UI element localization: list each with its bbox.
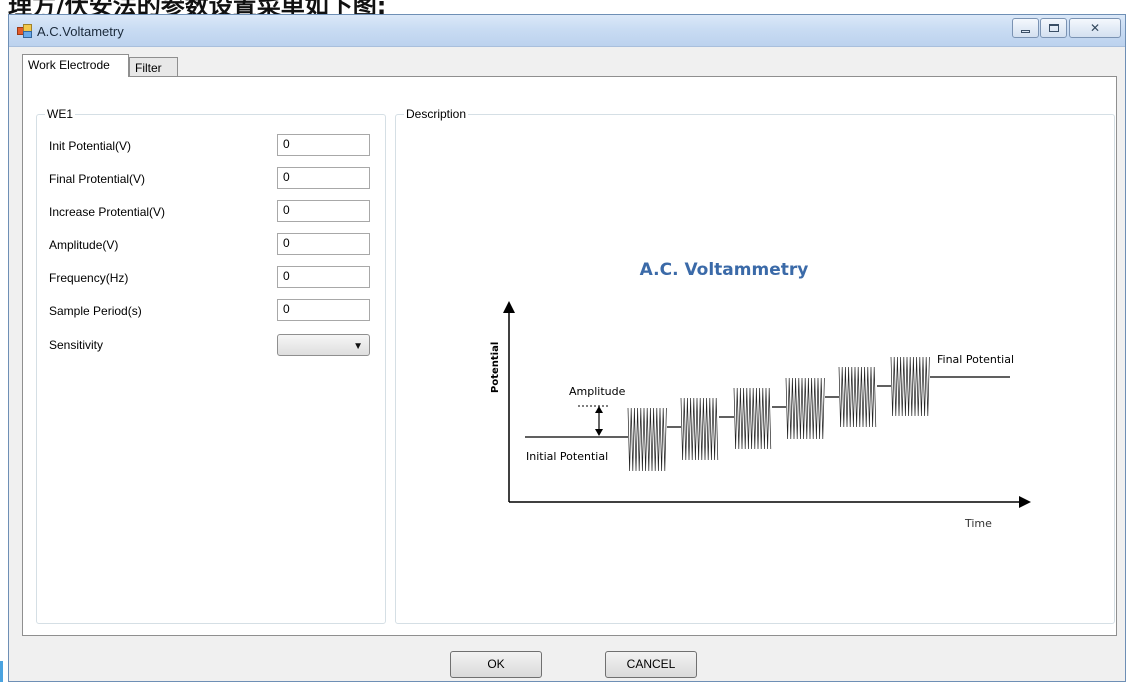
- app-form-icon: [17, 24, 32, 38]
- chevron-down-icon: ▼: [353, 341, 363, 352]
- oscillation-block-1: [627, 407, 667, 472]
- ac-voltametry-window: A.C.Voltametry ✕ Work Electrode Filter W…: [8, 14, 1126, 682]
- final-potential-label: Final Potential: [937, 353, 1014, 366]
- cancel-button[interactable]: CANCEL: [605, 651, 697, 678]
- x-axis-label: Time: [964, 517, 992, 530]
- tab-filter[interactable]: Filter: [129, 57, 178, 77]
- we1-legend: WE1: [45, 107, 76, 121]
- ac-voltammetry-diagram: A.C. Voltammetry Potential Time Amplitud…: [490, 260, 1031, 530]
- oscillation-block-5: [838, 366, 877, 428]
- sample-period-input[interactable]: 0: [277, 299, 370, 321]
- frequency-label: Frequency(Hz): [49, 271, 129, 285]
- minimize-icon: [1021, 29, 1030, 33]
- y-axis-label: Potential: [490, 342, 501, 393]
- sensitivity-dropdown[interactable]: ▼: [277, 334, 370, 356]
- oscillation-block-3: [733, 387, 772, 450]
- diagram-title: A.C. Voltammetry: [640, 260, 809, 280]
- description-group: Description A.C. Voltammetry Potential T…: [395, 107, 1115, 624]
- maximize-icon: [1048, 24, 1059, 32]
- oscillation-blocks: [627, 356, 930, 472]
- final-potential-input[interactable]: 0: [277, 167, 370, 189]
- close-icon: ✕: [1089, 21, 1101, 35]
- we1-group: WE1 Init Potential(V) 0 Final Protential…: [36, 107, 386, 624]
- amplitude-label: Amplitude(V): [49, 238, 119, 252]
- close-button[interactable]: ✕: [1069, 18, 1121, 38]
- oscillation-block-4: [785, 377, 825, 440]
- work-electrode-panel: WE1 Init Potential(V) 0 Final Protential…: [22, 76, 1117, 636]
- sensitivity-label: Sensitivity: [49, 338, 104, 352]
- title-bar[interactable]: A.C.Voltametry ✕: [9, 15, 1125, 47]
- frequency-input[interactable]: 0: [277, 266, 370, 288]
- increase-potential-input[interactable]: 0: [277, 200, 370, 222]
- initial-potential-label: Initial Potential: [526, 450, 608, 463]
- init-potential-label: Init Potential(V): [49, 139, 132, 153]
- maximize-button[interactable]: [1040, 18, 1067, 38]
- init-potential-input[interactable]: 0: [277, 134, 370, 156]
- increase-potential-label: Increase Protential(V): [49, 205, 166, 219]
- oscillation-block-2: [680, 397, 719, 461]
- window-edge-accent: [0, 661, 3, 682]
- minimize-button[interactable]: [1012, 18, 1039, 38]
- sample-period-label: Sample Period(s): [49, 304, 142, 318]
- window-client-area: Work Electrode Filter WE1 Init Potential…: [9, 47, 1125, 681]
- final-potential-label: Final Protential(V): [49, 172, 146, 186]
- amplitude-arrow-head-up: [595, 406, 603, 413]
- window-title: A.C.Voltametry: [37, 24, 124, 39]
- tab-work-electrode[interactable]: Work Electrode: [22, 54, 129, 77]
- oscillation-block-6: [890, 356, 930, 417]
- ok-button[interactable]: OK: [450, 651, 542, 678]
- amplitude-label: Amplitude: [569, 385, 626, 398]
- amplitude-input[interactable]: 0: [277, 233, 370, 255]
- amplitude-arrow-head-down: [595, 429, 603, 436]
